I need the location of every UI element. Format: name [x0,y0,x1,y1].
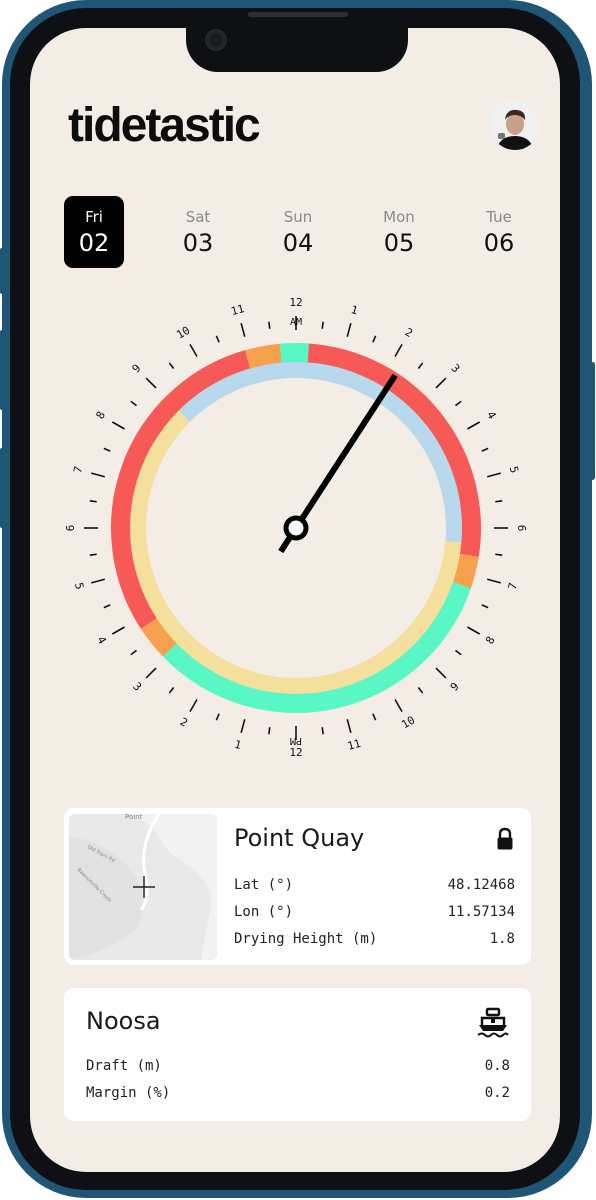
row-label: Lon (°) [234,904,294,920]
hour-label: 11 [346,737,362,753]
dial-tick [189,699,198,712]
location-map[interactable]: Point Old Tram Rd Rawsonville Creek [69,814,217,960]
row-value: 48.12468 [447,877,515,893]
dial-tick [481,447,489,452]
dial-tick [467,421,480,430]
hour-label: 5 [72,581,86,591]
dial-tick [454,400,462,407]
dial-tick [91,578,105,584]
hour-label: 8 [93,409,108,421]
dial-tick [89,500,97,503]
hour-label: 9 [448,680,462,694]
row-label: Margin (%) [86,1085,171,1101]
hour-label: 7 [506,581,520,591]
row-value: 0.8 [484,1058,510,1074]
dial-tick [268,321,271,329]
dial-tick [495,553,503,556]
tide-segment [279,343,309,366]
hour-label: 6 [64,525,77,532]
row-label: Lat (°) [234,877,294,893]
hour-label: 3 [130,680,144,694]
hour-label: 4 [484,409,499,422]
dial-tick [240,323,246,337]
dial-tick [240,719,246,733]
dial-tick [215,335,220,343]
dial-tick [346,719,352,733]
dial-tick [215,713,220,721]
dial-tick [321,727,324,735]
lock-icon[interactable] [496,827,514,851]
hour-label: 7 [71,465,85,475]
boat-icon[interactable] [476,1006,510,1038]
dial-tick [372,335,377,343]
hour-label: 1 [349,303,359,317]
row-label: Drying Height (m) [234,931,378,947]
dial-tick [487,578,501,584]
map-view: Point Old Tram Rd Rawsonville Creek [69,814,217,960]
pm-label: PM [290,735,302,746]
dial-tick [145,667,157,679]
dial-tick [394,344,403,357]
dial-tick [103,447,111,452]
dial-tick [417,686,424,694]
tide-segment [245,343,283,372]
dial-tick [487,472,501,478]
location-title: Point Quay [234,824,365,852]
hour-label: 2 [403,325,415,340]
dial-tick [495,500,503,503]
hour-label: 11 [230,302,246,318]
dial-tick [103,604,111,609]
dial-tick [321,321,324,329]
dial-tick [268,727,271,735]
dial-tick [481,604,489,609]
dial-tick [435,377,447,389]
hour-label: 10 [174,324,192,342]
row-value: 11.57134 [447,904,515,920]
dial-tick [145,377,157,389]
row-value: 0.2 [484,1085,510,1101]
dial-tick [112,626,125,635]
row-value: 1.8 [489,931,515,947]
dial-tick [112,421,125,430]
hour-label: 4 [94,634,109,647]
dial-tick [394,699,403,712]
tide-clock: 121234567891011121234567891011AMPM [64,296,528,759]
dial-tick [467,626,480,635]
dial-tick [130,649,138,656]
dial-tick [435,667,447,679]
dial-tick [89,553,97,556]
vessel-title: Noosa [86,1007,161,1035]
hour-label: 2 [178,715,190,730]
dial-tick [346,323,352,337]
dial-tick [130,400,138,407]
hour-label: 12 [289,296,302,309]
hour-label: 3 [449,362,463,376]
dial-tick [454,649,462,656]
dial-tick [189,344,198,357]
hour-label: 6 [515,525,528,532]
dial-tick [417,362,424,370]
row-label: Draft (m) [86,1058,162,1074]
dial-tick [91,472,105,478]
am-label: AM [290,317,302,328]
dial-tick [168,362,175,370]
hour-label: 9 [130,362,144,376]
clock-hub [283,515,309,541]
hour-label: 10 [399,713,417,731]
hour-label: 1 [233,738,243,752]
dial-tick [168,686,175,694]
hour-label: 8 [483,634,498,646]
map-label-point: Point [125,814,143,821]
tide-segment [450,553,479,589]
dial-tick [372,713,377,721]
hour-label: 12 [289,746,302,759]
hour-label: 5 [507,465,521,475]
